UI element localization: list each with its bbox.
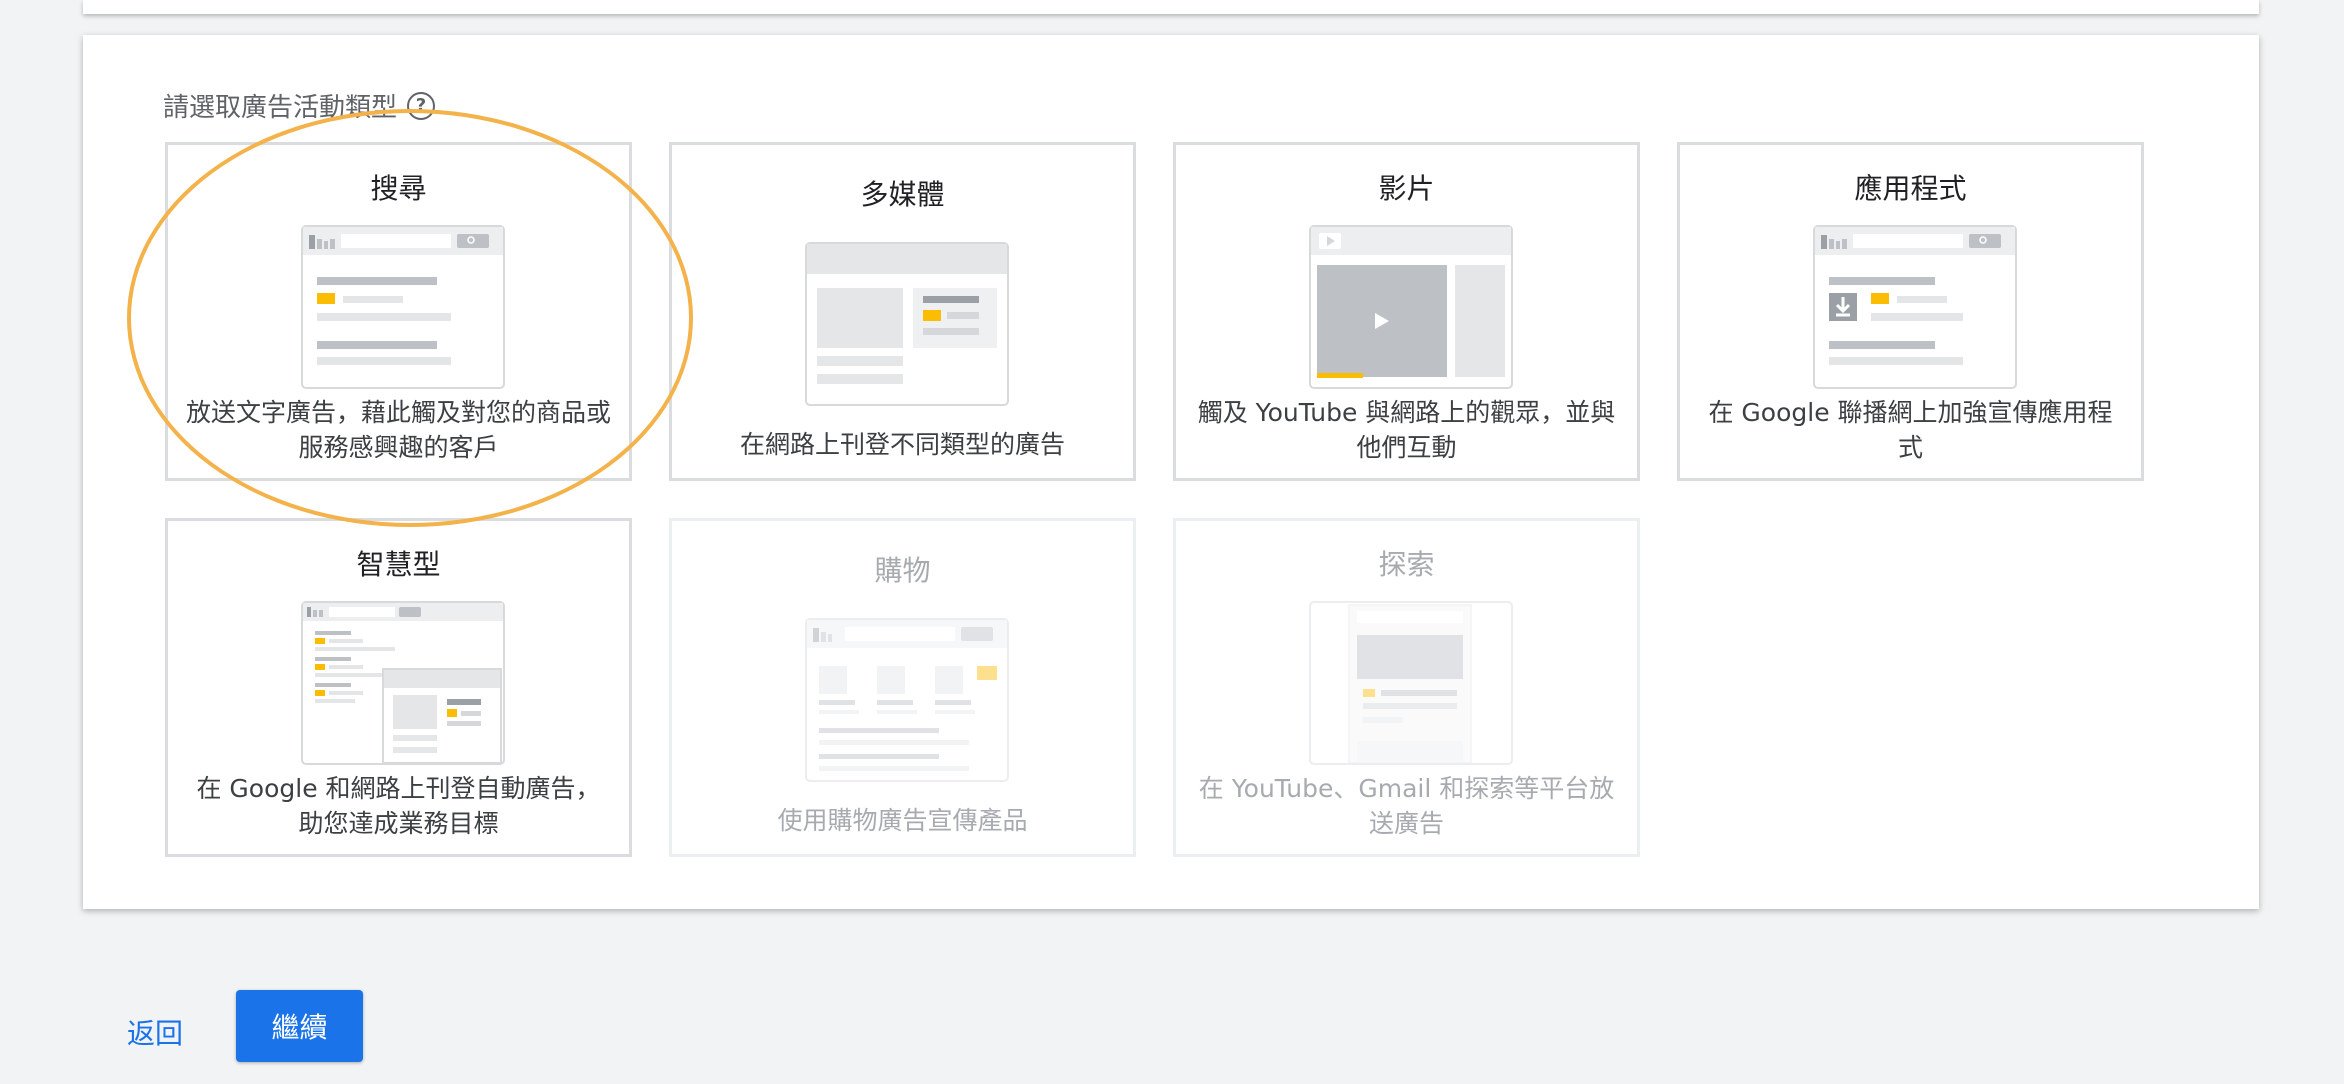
display-ad-illustration <box>805 242 1009 406</box>
campaign-type-card-discovery: 探索 在 YouTube、Gmail 和探索等平台放送廣告 <box>1173 518 1640 857</box>
video-ad-illustration <box>1309 225 1513 389</box>
section-label: 請選取廣告活動類型 ? <box>163 87 436 124</box>
card-description: 在 Google 聯播網上加強宣傳應用程式 <box>1708 398 2113 462</box>
card-title: 探索 <box>1378 548 1435 581</box>
card-description: 在 Google 和網路上刊登自動廣告，助您達成業務目標 <box>196 774 601 838</box>
card-title: 智慧型 <box>356 548 441 581</box>
back-link[interactable]: 返回 <box>127 1012 183 1052</box>
card-title: 多媒體 <box>860 178 945 211</box>
card-description: 放送文字廣告，藉此觸及對您的商品或服務感興趣的客戶 <box>185 398 611 462</box>
campaign-type-card-shopping: 購物 使用購物廣告宣傳產品 <box>669 518 1136 857</box>
card-description: 觸及 YouTube 與網路上的觀眾，並與他們互動 <box>1197 398 1616 462</box>
card-title: 購物 <box>874 554 931 587</box>
smart-ad-illustration <box>301 601 505 765</box>
help-icon[interactable]: ? <box>407 91 436 120</box>
campaign-type-card-app[interactable]: 應用程式 在 Google 聯播網上加強宣傳應用程式 <box>1677 142 2144 481</box>
campaign-type-panel: 請選取廣告活動類型 ? 搜尋 放送文字廣告，藉此觸及對您的商品或服務感興趣的客戶… <box>83 35 2259 909</box>
app-ad-illustration <box>1813 225 2017 389</box>
discovery-ad-illustration <box>1309 601 1513 765</box>
campaign-type-card-display[interactable]: 多媒體 在網路上刊登不同類型的廣告 <box>669 142 1136 481</box>
campaign-type-card-video[interactable]: 影片 觸及 YouTube 與網路上的觀眾，並與他們互動 <box>1173 142 1640 481</box>
campaign-type-card-search[interactable]: 搜尋 放送文字廣告，藉此觸及對您的商品或服務感興趣的客戶 <box>165 142 632 481</box>
card-title: 影片 <box>1378 172 1435 205</box>
card-description: 使用購物廣告宣傳產品 <box>777 806 1028 835</box>
previous-section-panel <box>83 0 2259 14</box>
card-description: 在 YouTube、Gmail 和探索等平台放送廣告 <box>1198 774 1615 838</box>
card-description: 在網路上刊登不同類型的廣告 <box>739 430 1065 459</box>
search-ad-illustration <box>301 225 505 389</box>
card-title: 搜尋 <box>370 172 427 205</box>
continue-button[interactable]: 繼續 <box>236 990 363 1062</box>
card-title: 應用程式 <box>1854 172 1967 205</box>
campaign-type-card-smart[interactable]: 智慧型 在 Google 和網路上刊登自動廣告，助您達成業務目標 <box>165 518 632 857</box>
section-label-text: 請選取廣告活動類型 <box>163 93 398 123</box>
shopping-ad-illustration <box>805 618 1009 782</box>
